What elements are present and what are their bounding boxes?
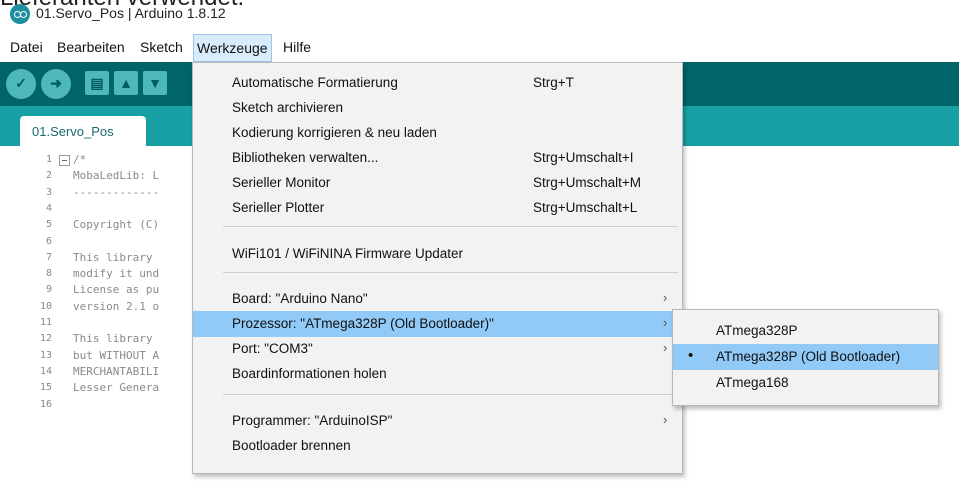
menu-item-label: Bibliotheken verwalten... [232, 150, 379, 165]
code-line: version 2.1 o [73, 299, 160, 313]
code-line: This library [73, 250, 153, 264]
menu-item-label: Bootloader brennen [232, 438, 351, 453]
arduino-logo-icon [10, 4, 30, 24]
menu-item-label: Programmer: "ArduinoISP" [232, 413, 393, 428]
submenu-item-label: ATmega328P [716, 323, 798, 338]
menu-werkzeuge[interactable]: Werkzeuge [193, 34, 272, 62]
firmware-updater-item[interactable]: WiFi101 / WiFiNINA Firmware Updater [193, 241, 682, 267]
line-number: 9 [45, 284, 52, 296]
board-info-item[interactable]: Boardinformationen holen [193, 361, 682, 387]
new-sketch-button[interactable]: ▤ [85, 71, 109, 95]
burn-bootloader-item[interactable]: Bootloader brennen [193, 433, 682, 459]
processor-item[interactable]: Prozessor: "ATmega328P (Old Bootloader)"… [193, 311, 682, 337]
arrow-right-icon: ➜ [50, 75, 62, 91]
menu-item-label: Board: "Arduino Nano" [232, 291, 368, 306]
submenu-item-label: ATmega168 [716, 375, 789, 390]
code-line: but WITHOUT A [73, 348, 160, 362]
line-number: 10 [39, 300, 52, 312]
code-line: Lesser Genera [73, 381, 160, 395]
code-line: Copyright (C) [73, 218, 160, 232]
serial-plotter-item[interactable]: Serieller Plotter Strg+Umschalt+L [193, 195, 682, 221]
code-line: ------------- [73, 185, 160, 199]
menu-bar: Datei Bearbeiten Sketch Werkzeuge Hilfe [0, 34, 959, 62]
code-line: /* [73, 153, 87, 166]
line-number: 16 [39, 398, 52, 410]
menu-sketch[interactable]: Sketch [140, 34, 183, 60]
menu-separator [223, 226, 678, 227]
programmer-item[interactable]: Programmer: "ArduinoISP" › [193, 408, 682, 434]
fix-encoding-item[interactable]: Kodierung korrigieren & neu laden [193, 120, 682, 146]
checkmark-icon: ✓ [15, 75, 27, 91]
menu-item-shortcut: Strg+Umschalt+L [533, 200, 638, 215]
open-sketch-button[interactable]: ▲ [114, 71, 138, 95]
code-line: This library [73, 332, 153, 346]
code-line: modify it und [73, 267, 160, 281]
line-number: 8 [45, 268, 52, 280]
arrow-up-icon: ▲ [119, 75, 133, 91]
manage-libraries-item[interactable]: Bibliotheken verwalten... Strg+Umschalt+I [193, 145, 682, 171]
submenu-item-label: ATmega328P (Old Bootloader) [716, 349, 901, 364]
new-file-icon: ▤ [90, 75, 104, 91]
title-bar: 01.Servo_Pos | Arduino 1.8.12 [0, 0, 959, 34]
line-number: 1 [45, 154, 52, 165]
menu-item-label: Kodierung korrigieren & neu laden [232, 125, 437, 140]
menu-item-label: Boardinformationen holen [232, 366, 387, 381]
code-line: MobaLedLib: L [73, 169, 160, 183]
line-number: 2 [45, 170, 52, 182]
tab-sketch[interactable]: 01.Servo_Pos [20, 116, 146, 146]
menu-item-label: Automatische Formatierung [232, 75, 398, 90]
menu-item-label: Serieller Plotter [232, 200, 325, 215]
menu-item-shortcut: Strg+Umschalt+I [533, 150, 634, 165]
line-number: 13 [39, 349, 52, 361]
chevron-right-icon: › [663, 290, 668, 305]
processor-submenu: ATmega328P • ATmega328P (Old Bootloader) AT… [672, 309, 939, 406]
fold-toggle-icon[interactable] [59, 155, 70, 166]
chevron-right-icon: › [663, 412, 668, 427]
serial-monitor-item[interactable]: Serieller Monitor Strg+Umschalt+M [193, 170, 682, 196]
menu-datei[interactable]: Datei [10, 34, 43, 60]
menu-item-label: Port: "COM3" [232, 341, 313, 356]
line-number: 4 [45, 202, 52, 214]
line-number: 6 [45, 235, 52, 247]
line-number: 7 [45, 251, 52, 263]
processor-option-atmega328p[interactable]: ATmega328P [673, 318, 938, 344]
menu-item-shortcut: Strg+Umschalt+M [533, 175, 642, 190]
processor-option-atmega168[interactable]: ATmega168 [673, 370, 938, 396]
selected-bullet-icon: • [688, 347, 694, 364]
menu-hilfe[interactable]: Hilfe [283, 34, 311, 60]
upload-button[interactable]: ➜ [41, 69, 71, 99]
line-number: 11 [39, 317, 52, 328]
line-number: 15 [39, 382, 52, 394]
archive-sketch-item[interactable]: Sketch archivieren [193, 95, 682, 121]
menu-item-label: WiFi101 / WiFiNINA Firmware Updater [232, 246, 464, 261]
tools-menu: Automatische Formatierung Strg+T Sketch ar… [192, 62, 683, 474]
processor-option-atmega328p-old[interactable]: • ATmega328P (Old Bootloader) [673, 344, 938, 370]
menu-item-label: Prozessor: "ATmega328P (Old Bootloader)" [232, 316, 494, 331]
port-item[interactable]: Port: "COM3" › [193, 336, 682, 362]
menu-item-label: Sketch archivieren [232, 100, 344, 115]
window-title: 01.Servo_Pos | Arduino 1.8.12 [36, 5, 226, 21]
line-number: 3 [45, 186, 52, 198]
menu-separator [223, 272, 678, 273]
menu-item-shortcut: Strg+T [533, 75, 574, 90]
line-number: 14 [39, 365, 52, 377]
chevron-right-icon: › [663, 340, 668, 355]
save-sketch-button[interactable]: ▼ [143, 71, 167, 95]
line-number: 5 [45, 219, 52, 231]
menu-bearbeiten[interactable]: Bearbeiten [57, 34, 125, 60]
code-line: License as pu [73, 283, 160, 297]
tab-sketch-label: 01.Servo_Pos [32, 124, 114, 139]
verify-button[interactable]: ✓ [6, 69, 36, 99]
auto-format-item[interactable]: Automatische Formatierung Strg+T [193, 70, 682, 96]
board-item[interactable]: Board: "Arduino Nano" › [193, 286, 682, 312]
code-line: MERCHANTABILI [73, 364, 160, 378]
line-number: 12 [39, 333, 52, 345]
chevron-right-icon: › [663, 315, 668, 330]
menu-item-label: Serieller Monitor [232, 175, 331, 190]
arrow-down-icon: ▼ [148, 75, 162, 91]
menu-separator [223, 394, 678, 395]
